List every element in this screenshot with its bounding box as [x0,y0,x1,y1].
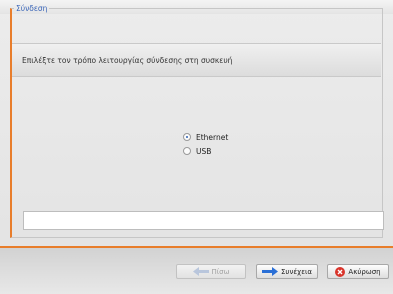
connection-mode-options: Ethernet USB [183,130,228,158]
back-button[interactable]: Πίσω [176,264,246,279]
back-button-label: Πίσω [211,267,230,276]
instruction-text: Επιλέξτε τον τρόπο λειτουργίας σύνδεσης … [22,56,233,65]
option-ethernet[interactable]: Ethernet [183,130,228,144]
arrow-right-icon [262,267,278,276]
instruction-bar: Επιλέξτε τον τρόπο λειτουργίας σύνδεσης … [12,43,381,77]
status-field [23,211,384,230]
cancel-icon [335,266,346,277]
usb-radio[interactable] [183,147,191,155]
connection-group: Σύνδεση [10,4,383,238]
next-button[interactable]: Συνέχεια [256,264,318,279]
usb-label[interactable]: USB [196,147,211,156]
group-title: Σύνδεση [16,4,48,13]
connection-wizard-window: Σύνδεση Επιλέξτε τον τρόπο λειτουργίας σ… [0,0,393,294]
ethernet-label[interactable]: Ethernet [196,133,228,142]
cancel-button-label: Ακύρωση [348,267,381,276]
arrow-left-icon [192,267,209,276]
cancel-button[interactable]: Ακύρωση [327,264,389,279]
next-button-label: Συνέχεια [281,267,312,276]
ethernet-radio[interactable] [183,133,191,141]
option-usb[interactable]: USB [183,144,228,158]
